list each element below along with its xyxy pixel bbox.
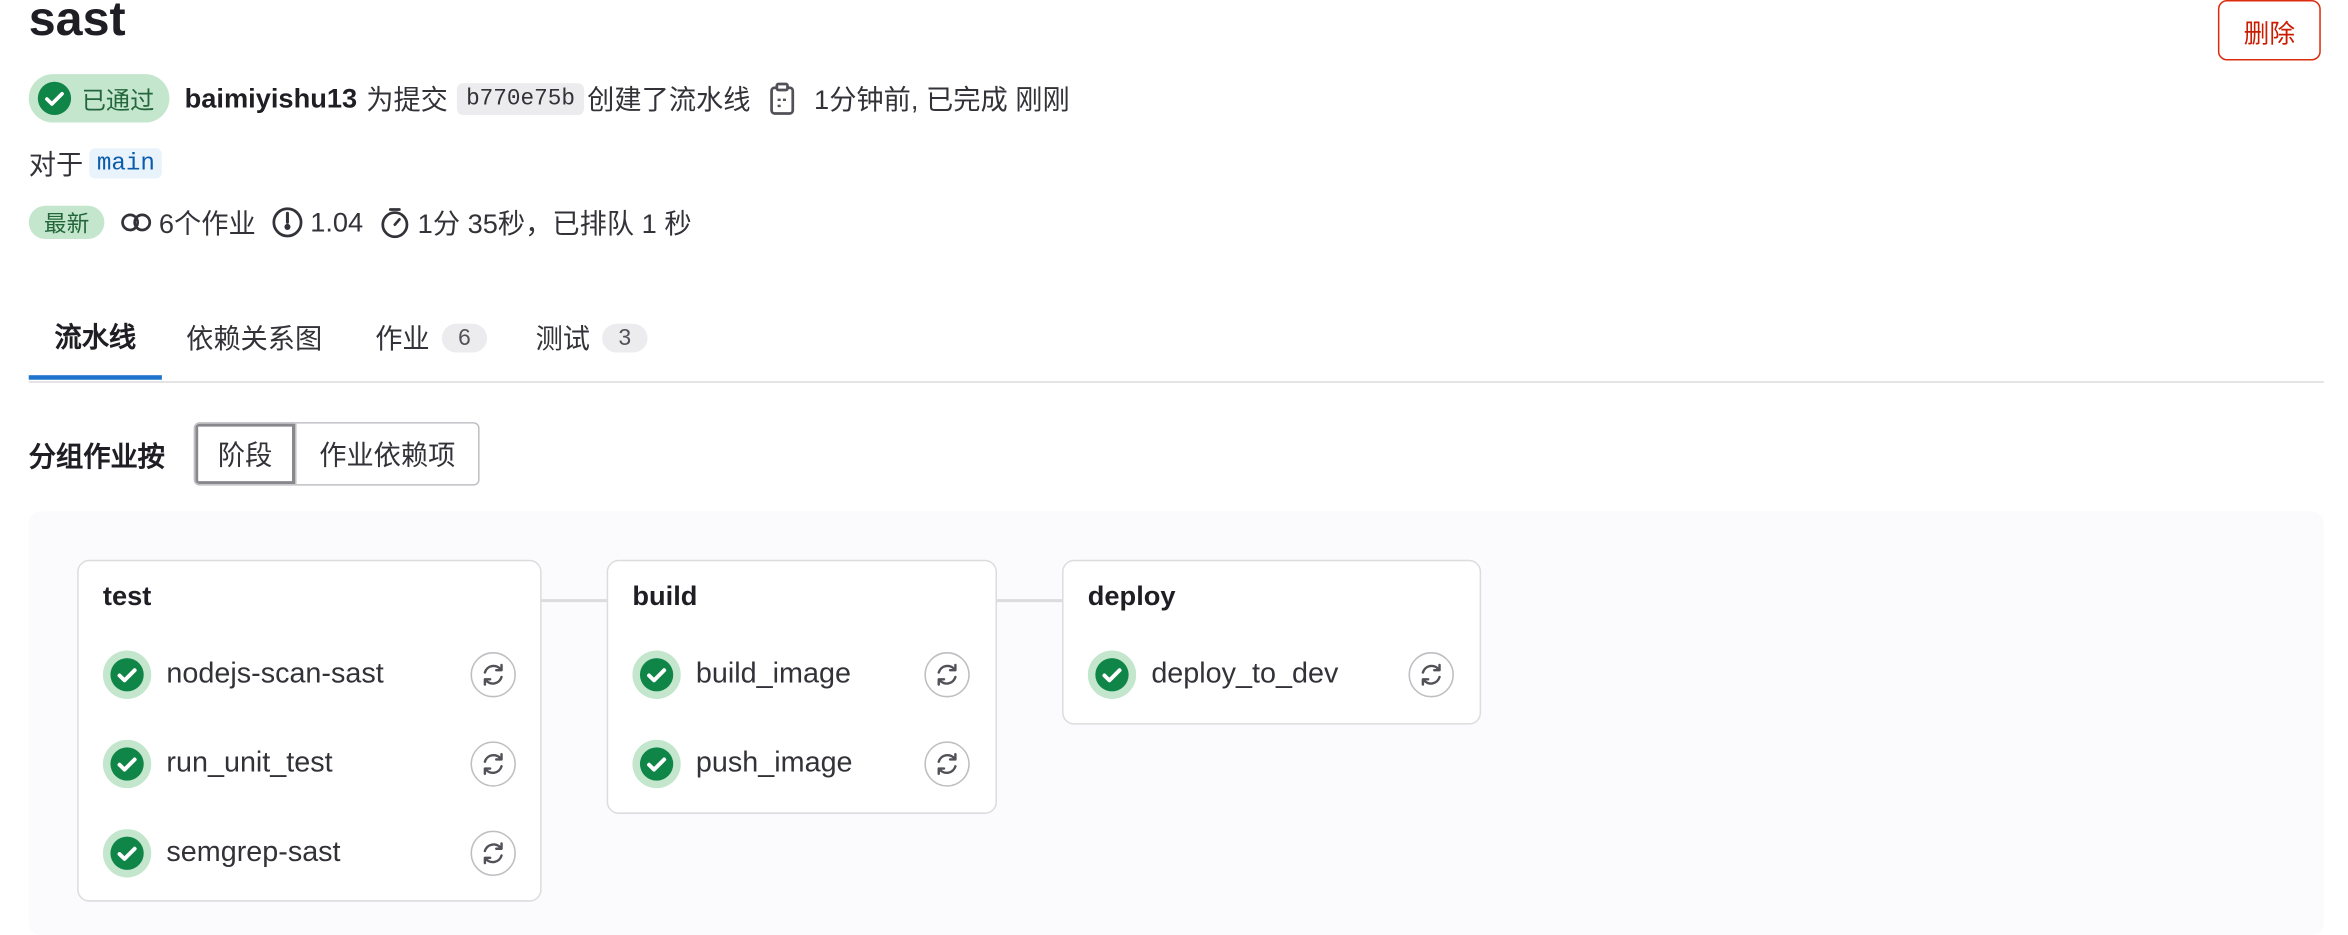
retry-button[interactable] (470, 830, 516, 876)
job-item[interactable]: semgrep-sast (102, 828, 341, 879)
stage-connector (995, 599, 1063, 603)
copy-sha-button[interactable] (769, 82, 796, 115)
retry-icon (937, 752, 957, 776)
page-title: sast (28, 0, 126, 46)
retry-button[interactable] (924, 741, 970, 787)
copy-to-clipboard-icon (770, 82, 795, 115)
stage-test: test nodejs-scan-sast run_unit_test semg… (77, 559, 542, 902)
pipeline-graph: test nodejs-scan-sast run_unit_test semg… (28, 511, 2324, 935)
job-name: nodejs-scan-sast (166, 658, 384, 690)
duration-text: 1分 35秒，已排队 1 秒 (417, 208, 692, 240)
status-success-icon (102, 739, 152, 789)
tab-label: 流水线 (54, 322, 137, 353)
tab-label: 依赖关系图 (186, 323, 323, 355)
delete-button[interactable]: 删除 (2217, 0, 2321, 61)
retry-button[interactable] (470, 652, 516, 698)
latest-badge: 最新 (28, 205, 105, 240)
commit-sha-link[interactable]: b770e75b (456, 82, 585, 115)
stage-name: test (102, 580, 152, 612)
pipeline-jobs-icon (121, 213, 152, 232)
job-item[interactable]: push_image (632, 738, 853, 789)
status-success-icon (632, 739, 681, 789)
retry-button[interactable] (924, 652, 970, 698)
status-label: 已通过 (81, 89, 155, 115)
status-success-icon (632, 650, 681, 699)
job-item[interactable]: nodejs-scan-sast (102, 649, 384, 700)
tab-label: 测试 (535, 323, 591, 355)
speedometer-icon (272, 207, 303, 238)
status-success-icon (102, 650, 152, 699)
duration-score: 1.04 (271, 206, 363, 239)
job-name: deploy_to_dev (1151, 658, 1339, 690)
job-item[interactable]: deploy_to_dev (1087, 649, 1339, 700)
branch-info: 对于 main (29, 144, 163, 183)
status-success-icon (1087, 650, 1137, 699)
job-item[interactable]: run_unit_test (102, 738, 333, 789)
job-name: build_image (695, 658, 851, 690)
tab-dependency-graph[interactable]: 依赖关系图 (186, 297, 322, 379)
job-item[interactable]: build_image (632, 649, 851, 700)
stage-connector (540, 599, 607, 603)
pipeline-header-info: 已通过 baimiyishu13 为提交 b770e75b 创建了流水线 1分钟… (28, 73, 1070, 124)
retry-icon (1421, 663, 1441, 686)
job-name: push_image (695, 747, 853, 780)
stage-build: build build_image push_image (606, 559, 998, 814)
retry-icon (483, 752, 503, 776)
pipeline-tabs: 流水线 依赖关系图 作业 6 测试 3 (28, 297, 2324, 383)
group-by-label: 分组作业按 (28, 441, 165, 473)
retry-button[interactable] (1408, 652, 1454, 698)
job-name: run_unit_test (166, 747, 333, 780)
pipeline-meta: 最新 6个作业 1.04 1分 35秒，已排队 1 秒 (28, 201, 707, 243)
tab-jobs[interactable]: 作业 6 (375, 297, 488, 379)
duration-score-text: 1.04 (310, 206, 364, 237)
branch-link[interactable]: main (89, 148, 163, 179)
created-text: 创建了流水线 (587, 84, 751, 115)
stage-deploy: deploy deploy_to_dev (1062, 559, 1482, 725)
tab-label: 作业 (375, 323, 430, 355)
status-badge[interactable]: 已通过 (28, 74, 170, 123)
jobs-summary: 6个作业 (120, 203, 256, 242)
retry-icon (483, 663, 503, 686)
time-text: 1分钟前, 已完成 刚刚 (814, 84, 1070, 115)
group-by-toggle: 阶段 作业依赖项 (193, 422, 480, 486)
retry-button[interactable] (470, 741, 516, 787)
jobs-summary-text: 6个作业 (158, 208, 256, 240)
status-success-icon (102, 829, 152, 878)
status-success-icon (37, 81, 72, 115)
pipeline-page: sast 删除 已通过 baimiyishu13 为提交 b770e75b 创建… (0, 0, 2348, 935)
tab-pipeline[interactable]: 流水线 (28, 297, 162, 380)
job-name: semgrep-sast (166, 836, 341, 869)
timer-icon (381, 208, 409, 239)
retry-icon (937, 663, 957, 686)
author-link[interactable]: baimiyishu13 (185, 82, 358, 114)
stage-name: build (632, 580, 698, 612)
for-commit-text: 为提交 (366, 84, 448, 115)
tab-tests[interactable]: 测试 3 (536, 297, 648, 379)
stage-name: deploy (1087, 580, 1176, 612)
tab-count: 3 (602, 323, 648, 352)
for-text: 对于 (28, 149, 84, 181)
tab-count: 6 (441, 323, 488, 352)
group-by-stage-button[interactable]: 阶段 (195, 423, 296, 485)
duration: 1分 35秒，已排队 1 秒 (378, 203, 692, 242)
retry-icon (483, 842, 503, 865)
group-by-needs-button[interactable]: 作业依赖项 (295, 423, 479, 485)
